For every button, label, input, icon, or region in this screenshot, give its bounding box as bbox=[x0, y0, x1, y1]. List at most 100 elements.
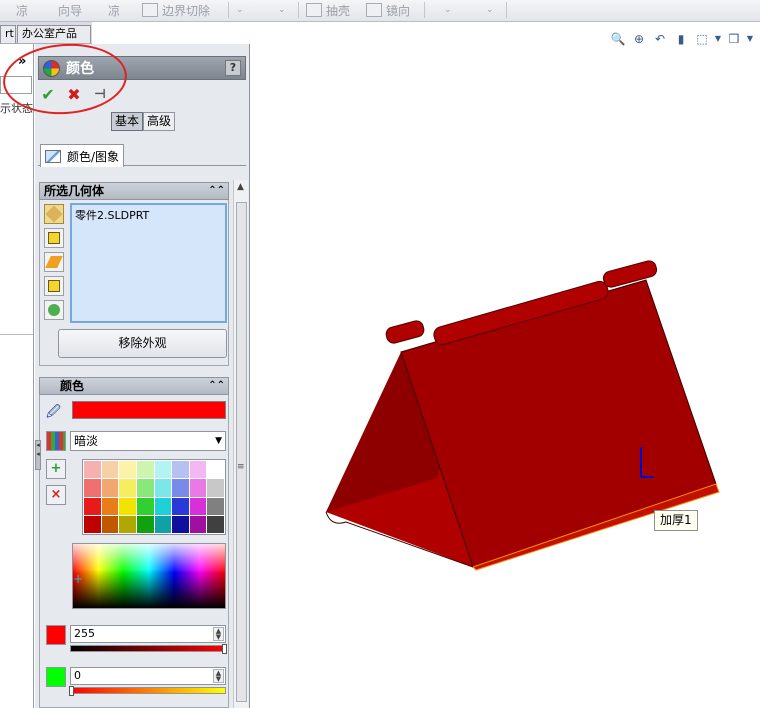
color-section-header[interactable]: 颜色 ⌃⌃ bbox=[39, 377, 229, 395]
graphics-area[interactable]: 🔍 ⊕ ↶ ▮ ⬚ ▼ ❒ ▼ 加厚1 bbox=[251, 22, 760, 708]
palette-icon bbox=[46, 431, 66, 451]
property-manager: 颜色 ? ✔ ✖ ⊣ 基本 高级 颜色/图象 所选几何体 ⌃⌃ 零件2.SLDP… bbox=[0, 39, 250, 708]
part-model-view[interactable] bbox=[251, 22, 760, 708]
color-swatch[interactable] bbox=[136, 497, 154, 515]
feature-tree-strip: » 示状态 bbox=[0, 44, 34, 708]
toolbar-dropdown-1[interactable]: ⌄ bbox=[236, 0, 244, 20]
image-icon bbox=[45, 149, 61, 163]
color-swatch[interactable] bbox=[136, 461, 154, 479]
face-filter-icon[interactable] bbox=[44, 252, 64, 272]
green-channel-value: 0 bbox=[74, 669, 81, 682]
color-swatch[interactable] bbox=[84, 515, 101, 533]
feature-filter-icon[interactable] bbox=[44, 276, 64, 296]
color-swatch[interactable] bbox=[172, 515, 189, 533]
toolbar-dropdown-2[interactable]: ⌄ bbox=[278, 0, 286, 20]
red-channel-swatch bbox=[46, 625, 66, 645]
color-swatch[interactable] bbox=[154, 461, 172, 479]
expand-chevron-icon[interactable]: » bbox=[18, 54, 26, 69]
hinge-tube bbox=[385, 320, 425, 344]
green-slider-thumb[interactable] bbox=[69, 686, 74, 696]
toolbar-separator bbox=[298, 2, 299, 18]
tab-color-image[interactable]: 颜色/图象 bbox=[40, 144, 125, 167]
remove-appearance-button[interactable]: 移除外观 bbox=[58, 329, 227, 358]
color-swatch[interactable] bbox=[101, 479, 119, 497]
color-swatch[interactable] bbox=[207, 497, 224, 515]
toolbar-separator bbox=[228, 2, 229, 18]
color-swatch[interactable] bbox=[101, 461, 119, 479]
color-swatch[interactable] bbox=[119, 479, 136, 497]
eyedropper-icon[interactable]: 🖉 bbox=[46, 401, 64, 420]
selected-geometry-list[interactable]: 零件2.SLDPRT bbox=[70, 203, 227, 323]
ok-check-icon[interactable]: ✔ bbox=[39, 85, 57, 104]
color-swatch[interactable] bbox=[84, 497, 101, 515]
boundary-cut-button[interactable]: 边界切除 bbox=[142, 0, 210, 20]
scroll-grip-icon: ≡ bbox=[237, 462, 245, 472]
green-channel-slider[interactable] bbox=[69, 686, 226, 696]
color-swatch[interactable] bbox=[154, 497, 172, 515]
body-filter-icon[interactable] bbox=[44, 228, 64, 248]
color-swatch[interactable] bbox=[207, 515, 224, 533]
color-swatch[interactable] bbox=[136, 515, 154, 533]
part-filter-icon[interactable] bbox=[44, 204, 64, 224]
red-channel-input[interactable]: 255 ▲ ▼ bbox=[70, 625, 226, 643]
pushpin-icon[interactable]: ⊣ bbox=[91, 87, 109, 102]
toolbar-dropdown-4[interactable]: ⌄ bbox=[486, 0, 494, 20]
color-swatch[interactable] bbox=[189, 479, 207, 497]
toolbar-dropdown-3[interactable]: ⌄ bbox=[444, 0, 452, 20]
green-channel-input[interactable]: 0 ▲ ▼ bbox=[70, 667, 226, 685]
mode-toggle: 基本 高级 bbox=[111, 112, 176, 131]
red-channel-slider[interactable] bbox=[70, 644, 227, 654]
color-swatch[interactable] bbox=[207, 461, 224, 479]
collapse-up-icon[interactable]: ⌃⌃ bbox=[208, 183, 225, 199]
red-channel-spinner[interactable]: ▲ ▼ bbox=[213, 627, 224, 641]
color-swatch[interactable] bbox=[84, 461, 101, 479]
remove-swatch-icon[interactable]: × bbox=[46, 485, 66, 505]
color-swatch[interactable] bbox=[189, 515, 207, 533]
cancel-x-icon[interactable]: ✖ bbox=[65, 85, 83, 104]
color-swatch[interactable] bbox=[119, 497, 136, 515]
toolbar-faded-label-1: 凉 bbox=[16, 3, 29, 18]
color-spectrum[interactable]: + bbox=[72, 543, 226, 609]
list-item[interactable]: 零件2.SLDPRT bbox=[75, 207, 222, 223]
pm-tabbar: 颜色/图象 bbox=[38, 144, 246, 167]
scroll-thumb[interactable] bbox=[236, 202, 247, 702]
display-state-label: 示状态 bbox=[0, 102, 33, 115]
color-swatch[interactable] bbox=[101, 497, 119, 515]
component-filter-icon[interactable] bbox=[44, 300, 64, 320]
color-swatch[interactable] bbox=[172, 497, 189, 515]
panel-splitter-handle[interactable]: ◂ ◂ bbox=[35, 440, 41, 470]
color-swatch[interactable] bbox=[172, 461, 189, 479]
help-button[interactable]: ? bbox=[225, 60, 241, 76]
selected-geometry-body: 零件2.SLDPRT 移除外观 bbox=[39, 200, 229, 366]
current-color-bar[interactable] bbox=[72, 401, 226, 419]
scroll-up-icon[interactable]: ▲ bbox=[237, 182, 244, 192]
green-channel-spinner[interactable]: ▲ ▼ bbox=[213, 669, 224, 683]
tree-filter-box[interactable] bbox=[0, 76, 32, 94]
color-swatch[interactable] bbox=[154, 479, 172, 497]
color-swatch[interactable] bbox=[84, 479, 101, 497]
add-swatch-icon[interactable]: + bbox=[46, 459, 66, 479]
mirror-button[interactable]: 镜向 bbox=[366, 0, 410, 20]
doc-tab-part[interactable]: rt bbox=[0, 25, 16, 43]
red-slider-thumb[interactable] bbox=[222, 644, 227, 654]
pm-scrollbar[interactable]: ▲ ≡ bbox=[233, 180, 248, 708]
color-swatch[interactable] bbox=[119, 515, 136, 533]
basic-mode-button[interactable]: 基本 bbox=[111, 112, 144, 131]
palette-dropdown[interactable]: 暗淡 ▼ bbox=[70, 431, 226, 451]
advanced-mode-button[interactable]: 高级 bbox=[143, 112, 176, 131]
selected-geometry-header[interactable]: 所选几何体 ⌃⌃ bbox=[39, 182, 229, 200]
shell-button[interactable]: 抽壳 bbox=[306, 0, 350, 20]
command-toolbar: 凉 向导 凉 边界切除 ⌄ ⌄ 抽壳 镜向 ⌄ ⌄ bbox=[0, 0, 760, 22]
color-swatch[interactable] bbox=[172, 479, 189, 497]
color-swatch[interactable] bbox=[119, 461, 136, 479]
doc-tab-office-products[interactable]: 办公室产品 bbox=[17, 25, 91, 43]
color-section-title: 颜色 bbox=[60, 379, 85, 393]
collapse-up-icon[interactable]: ⌃⌃ bbox=[208, 378, 225, 394]
color-swatch[interactable] bbox=[101, 515, 119, 533]
color-swatch[interactable] bbox=[154, 515, 172, 533]
color-swatch[interactable] bbox=[207, 479, 224, 497]
color-swatch[interactable] bbox=[189, 497, 207, 515]
color-swatch[interactable] bbox=[189, 461, 207, 479]
divider bbox=[0, 334, 33, 335]
color-swatch[interactable] bbox=[136, 479, 154, 497]
